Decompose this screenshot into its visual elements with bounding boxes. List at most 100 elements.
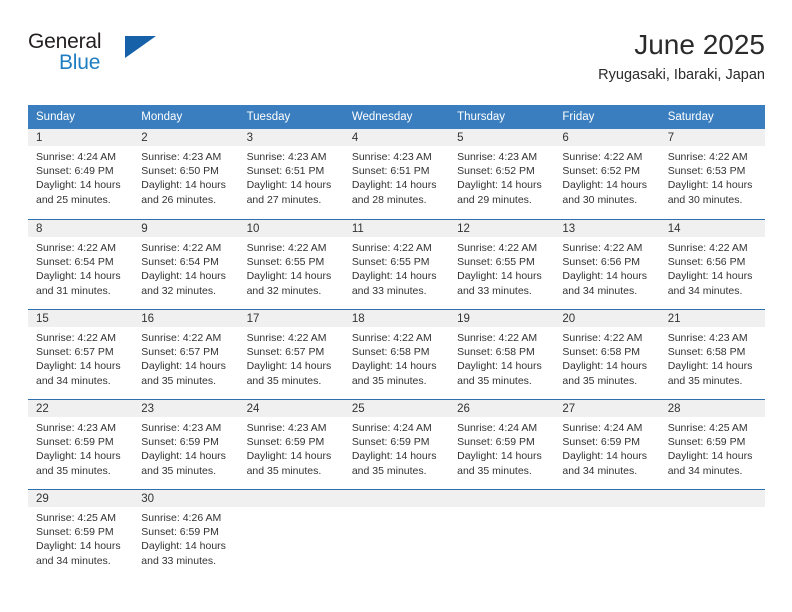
day-cell-4[interactable]: 4 Sunrise: 4:23 AM Sunset: 6:51 PM Daylight… — [343, 129, 450, 219]
day-cell-26[interactable]: 26 Sunrise: 4:24 AM Sunset: 6:59 PM Dayligh… — [449, 400, 555, 489]
day-details: Sunrise: 4:22 AM Sunset: 6:57 PM Daylight:… — [239, 327, 344, 388]
day-cell-11[interactable]: 11 Sunrise: 4:22 AM Sunset: 6:55 PM Dayligh… — [343, 220, 450, 309]
day-number: 17 — [238, 310, 344, 327]
general-blue-logo[interactable]: General Blue — [28, 30, 178, 86]
day-number: 5 — [449, 129, 555, 146]
day-cell-18[interactable]: 18 Sunrise: 4:22 AM Sunset: 6:58 PM Dayligh… — [343, 310, 450, 399]
day-number: 2 — [133, 129, 239, 146]
day-cell-6[interactable]: 6 Sunrise: 4:22 AM Sunset: 6:52 PM Daylight… — [554, 129, 660, 219]
daylight-text-line2: and 34 minutes. — [562, 464, 638, 477]
daylight-text-line2: and 30 minutes. — [562, 193, 638, 206]
daylight-text-line2: and 35 minutes. — [457, 464, 532, 477]
day-details: Sunrise: 4:22 AM Sunset: 6:55 PM Daylight:… — [344, 237, 449, 298]
day-cell-20[interactable]: 20 Sunrise: 4:22 AM Sunset: 6:58 PM Dayligh… — [554, 310, 660, 399]
daylight-text-line2: and 35 minutes. — [667, 374, 743, 387]
sunset-text: Sunset: 6:59 PM — [141, 526, 219, 539]
day-cell-25[interactable]: 25 Sunrise: 4:24 AM Sunset: 6:59 PM Dayligh… — [343, 400, 450, 489]
day-details: Sunrise: 4:22 AM Sunset: 6:56 PM Daylight:… — [660, 237, 765, 298]
day-details: Sunrise: 4:24 AM Sunset: 6:59 PM Daylight:… — [554, 417, 659, 478]
daylight-text-line1: Daylight: 14 hours — [246, 179, 332, 192]
sunrise-text: Sunrise: 4:22 AM — [457, 332, 538, 344]
day-cell-7[interactable]: 7 Sunrise: 4:22 AM Sunset: 6:53 PM Daylight… — [659, 129, 765, 219]
sunset-text: Sunset: 6:55 PM — [457, 256, 535, 269]
day-details: Sunrise: 4:22 AM Sunset: 6:58 PM Daylight:… — [449, 327, 554, 388]
day-details: Sunrise: 4:22 AM Sunset: 6:58 PM Daylight:… — [344, 327, 449, 388]
day-number: 21 — [659, 310, 765, 327]
day-cell-19[interactable]: 19 Sunrise: 4:22 AM Sunset: 6:58 PM Dayligh… — [449, 310, 555, 399]
day-number: 9 — [133, 220, 239, 237]
sunset-text: Sunset: 6:58 PM — [562, 346, 641, 359]
day-number: 29 — [28, 490, 134, 507]
day-cell-14[interactable]: 14 Sunrise: 4:22 AM Sunset: 6:56 PM Dayligh… — [659, 220, 765, 309]
day-cell-27[interactable]: 27 Sunrise: 4:24 AM Sunset: 6:59 PM Dayligh… — [554, 400, 660, 489]
sunrise-text: Sunrise: 4:23 AM — [36, 422, 116, 434]
day-cell-10[interactable]: 10 Sunrise: 4:22 AM Sunset: 6:55 PM Dayligh… — [238, 220, 344, 309]
day-cell-29[interactable]: 29 Sunrise: 4:25 AM Sunset: 6:59 PM Dayligh… — [28, 490, 134, 577]
title-block: June 2025 Ryugasaki, Ibaraki, Japan — [598, 28, 765, 86]
sunrise-text: Sunrise: 4:22 AM — [36, 242, 116, 254]
day-cell-empty — [449, 490, 555, 577]
daylight-text-line2: and 35 minutes. — [246, 464, 322, 477]
day-number: 10 — [238, 220, 344, 237]
day-number: 19 — [449, 310, 555, 327]
day-cell-17[interactable]: 17 Sunrise: 4:22 AM Sunset: 6:57 PM Dayligh… — [238, 310, 344, 399]
sunset-text: Sunset: 6:52 PM — [562, 165, 641, 178]
sunset-text: Sunset: 6:53 PM — [667, 165, 746, 178]
day-cell-12[interactable]: 12 Sunrise: 4:22 AM Sunset: 6:55 PM Dayligh… — [449, 220, 555, 309]
calendar-week-row: 22 Sunrise: 4:23 AM Sunset: 6:59 PM Dayligh… — [28, 399, 765, 489]
day-details: Sunrise: 4:23 AM Sunset: 6:58 PM Daylight:… — [660, 327, 765, 388]
day-cell-1[interactable]: 1 Sunrise: 4:24 AM Sunset: 6:49 PM Daylight… — [28, 129, 134, 219]
day-cell-23[interactable]: 23 Sunrise: 4:23 AM Sunset: 6:59 PM Dayligh… — [133, 400, 239, 489]
day-cell-13[interactable]: 13 Sunrise: 4:22 AM Sunset: 6:56 PM Dayligh… — [554, 220, 660, 309]
day-number: 11 — [343, 220, 450, 237]
day-number: 8 — [28, 220, 134, 237]
weekday-header-saturday: Saturday — [667, 111, 714, 123]
daylight-text-line1: Daylight: 14 hours — [36, 540, 121, 553]
daylight-text-line2: and 25 minutes. — [36, 193, 111, 206]
sunrise-text: Sunrise: 4:22 AM — [667, 242, 748, 254]
sunrise-text: Sunrise: 4:22 AM — [351, 242, 432, 254]
weekday-header-friday: Friday — [562, 111, 595, 123]
day-cell-16[interactable]: 16 Sunrise: 4:22 AM Sunset: 6:57 PM Dayligh… — [133, 310, 239, 399]
daylight-text-line2: and 32 minutes. — [141, 284, 216, 297]
day-number: 20 — [554, 310, 660, 327]
day-details: Sunrise: 4:22 AM Sunset: 6:52 PM Daylight:… — [554, 146, 659, 207]
day-cell-3[interactable]: 3 Sunrise: 4:23 AM Sunset: 6:51 PM Daylight… — [238, 129, 344, 219]
daylight-text-line2: and 34 minutes. — [667, 284, 743, 297]
sunset-text: Sunset: 6:58 PM — [351, 346, 430, 359]
sunrise-text: Sunrise: 4:25 AM — [667, 422, 748, 434]
day-number: 28 — [659, 400, 765, 417]
day-number: 1 — [28, 129, 134, 146]
day-cell-empty — [343, 490, 450, 577]
day-cell-9[interactable]: 9 Sunrise: 4:22 AM Sunset: 6:54 PM Daylight… — [133, 220, 239, 309]
day-details: Sunrise: 4:22 AM Sunset: 6:53 PM Daylight:… — [660, 146, 765, 207]
daylight-text-line1: Daylight: 14 hours — [141, 270, 226, 283]
day-cell-30[interactable]: 30 Sunrise: 4:26 AM Sunset: 6:59 PM Dayligh… — [133, 490, 239, 577]
day-cell-8[interactable]: 8 Sunrise: 4:22 AM Sunset: 6:54 PM Daylight… — [28, 220, 134, 309]
sunrise-text: Sunrise: 4:22 AM — [351, 332, 432, 344]
day-cell-24[interactable]: 24 Sunrise: 4:23 AM Sunset: 6:59 PM Dayligh… — [238, 400, 344, 489]
day-cell-15[interactable]: 15 Sunrise: 4:22 AM Sunset: 6:57 PM Dayligh… — [28, 310, 134, 399]
calendar-week-row: 8 Sunrise: 4:22 AM Sunset: 6:54 PM Daylight… — [28, 219, 765, 309]
weekday-header-wednesday: Wednesday — [351, 111, 413, 123]
day-cell-21[interactable]: 21 Sunrise: 4:23 AM Sunset: 6:58 PM Dayligh… — [659, 310, 765, 399]
daylight-text-line1: Daylight: 14 hours — [141, 360, 226, 373]
day-details: Sunrise: 4:25 AM Sunset: 6:59 PM Daylight:… — [660, 417, 765, 478]
sunset-text: Sunset: 6:57 PM — [246, 346, 325, 359]
day-cell-22[interactable]: 22 Sunrise: 4:23 AM Sunset: 6:59 PM Dayligh… — [28, 400, 134, 489]
daylight-text-line1: Daylight: 14 hours — [667, 270, 753, 283]
daylight-text-line1: Daylight: 14 hours — [457, 360, 542, 373]
day-number — [449, 490, 555, 507]
day-cell-2[interactable]: 2 Sunrise: 4:23 AM Sunset: 6:50 PM Daylight… — [133, 129, 239, 219]
daylight-text-line2: and 35 minutes. — [562, 374, 638, 387]
sunset-text: Sunset: 6:59 PM — [36, 526, 114, 539]
day-number: 18 — [343, 310, 450, 327]
page-title: June 2025 — [634, 29, 765, 60]
day-cell-28[interactable]: 28 Sunrise: 4:25 AM Sunset: 6:59 PM Dayligh… — [659, 400, 765, 489]
day-cell-5[interactable]: 5 Sunrise: 4:23 AM Sunset: 6:52 PM Daylight… — [449, 129, 555, 219]
daylight-text-line2: and 34 minutes. — [36, 374, 111, 387]
daylight-text-line2: and 35 minutes. — [141, 374, 216, 387]
day-details: Sunrise: 4:23 AM Sunset: 6:59 PM Daylight:… — [28, 417, 133, 478]
sunset-text: Sunset: 6:59 PM — [141, 436, 219, 449]
sunrise-text: Sunrise: 4:23 AM — [667, 332, 748, 344]
